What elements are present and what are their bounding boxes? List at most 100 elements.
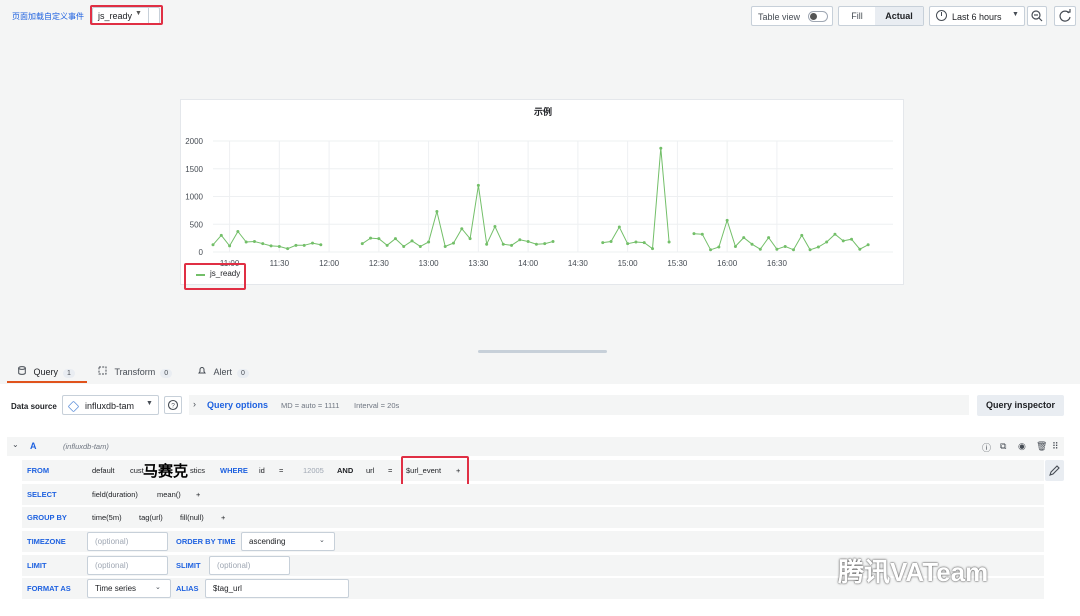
chevron-right-icon: › <box>193 399 196 409</box>
data-point <box>219 233 223 237</box>
tab-label: Query <box>33 367 59 377</box>
group-by-keyword: GROUP BY <box>27 513 67 522</box>
data-point <box>369 236 373 240</box>
retention-policy[interactable]: default <box>92 466 115 475</box>
data-point <box>733 244 737 248</box>
influxdb-icon <box>67 400 80 413</box>
drag-handle-icon[interactable]: ⠿ <box>1052 441 1059 452</box>
actual-button[interactable]: Actual <box>875 7 923 25</box>
query-name[interactable]: A <box>30 441 37 451</box>
help-icon[interactable]: ⓘ <box>982 441 991 454</box>
measurement[interactable]: cust <box>130 466 144 475</box>
line-chart: 050010001500200011:00 11:30 12:00 12:30 13:0… <box>185 137 893 268</box>
where-operator[interactable]: = <box>279 466 283 475</box>
refresh-icon <box>1059 9 1071 22</box>
toggle-switch[interactable] <box>808 11 828 22</box>
svg-text:?: ? <box>171 402 175 409</box>
y-tick-label: 0 <box>199 248 204 257</box>
data-point <box>659 146 663 150</box>
datasource-select[interactable]: influxdb-tam ▼ <box>62 395 159 415</box>
select-field[interactable]: field(duration) <box>92 490 138 499</box>
data-point <box>750 242 754 246</box>
format-select[interactable]: Time series ⌄ <box>87 579 171 598</box>
data-point <box>319 243 323 247</box>
where-operator[interactable]: = <box>388 466 392 475</box>
zoom-out-button[interactable] <box>1027 6 1047 26</box>
timezone-input[interactable]: (optional) <box>87 532 168 551</box>
tab-label: Alert <box>213 367 233 377</box>
select-keyword: SELECT <box>27 490 57 499</box>
data-point <box>402 244 406 248</box>
clock-icon <box>936 10 947 21</box>
limit-input[interactable]: (optional) <box>87 556 168 575</box>
data-point <box>501 242 505 246</box>
group-by-tag[interactable]: tag(url) <box>139 513 163 522</box>
chevron-down-icon: ⌄ <box>319 537 325 544</box>
query-row-header[interactable]: ⌄ A (influxdb-tam) ⓘ ⧉ ◉ 🗑 ⠿ <box>7 437 1064 456</box>
tab-alert[interactable]: Alert 0 <box>198 366 249 378</box>
group-by-time[interactable]: time(5m) <box>92 513 122 522</box>
select-function[interactable]: mean() <box>157 490 181 499</box>
data-point <box>518 238 522 242</box>
table-view-label: Table view <box>758 12 801 22</box>
add-group-by-button[interactable]: + <box>221 513 225 522</box>
data-point <box>476 183 480 187</box>
tab-transform[interactable]: Transform 0 <box>98 366 173 378</box>
bell-icon <box>198 367 206 374</box>
data-point <box>808 248 812 252</box>
where-tag-id[interactable]: id <box>259 466 265 475</box>
group-by-fill[interactable]: fill(null) <box>180 513 204 522</box>
table-view-toggle[interactable]: Table view <box>751 6 833 26</box>
data-point <box>418 244 422 248</box>
x-tick-label: 16:30 <box>767 259 788 268</box>
query-options[interactable]: › Query options MD = auto = 1111 Interva… <box>189 395 969 415</box>
tab-query[interactable]: Query 1 <box>18 366 75 378</box>
copy-icon[interactable]: ⧉ <box>1000 441 1006 452</box>
data-point <box>825 240 829 244</box>
slimit-input[interactable]: (optional) <box>209 556 290 575</box>
data-point <box>277 244 281 248</box>
x-tick-label: 12:30 <box>369 259 390 268</box>
data-point <box>294 243 298 247</box>
data-point <box>311 241 315 245</box>
panel-splitter[interactable] <box>478 350 607 353</box>
chevron-down-icon[interactable]: ⌄ <box>12 440 19 449</box>
help-button[interactable]: ? <box>164 396 182 414</box>
x-tick-label: 16:00 <box>717 259 738 268</box>
data-point <box>709 248 713 252</box>
data-point <box>850 237 854 241</box>
add-select-button[interactable]: + <box>196 490 200 499</box>
measurement-tail[interactable]: stics <box>190 466 205 475</box>
where-value-id[interactable]: 12005 <box>303 466 324 475</box>
database-icon <box>18 366 26 375</box>
and-keyword: AND <box>337 466 354 475</box>
highlight-box <box>184 263 246 290</box>
order-by-time-keyword: ORDER BY TIME <box>176 537 236 546</box>
data-point <box>385 243 389 247</box>
interval-info: Interval = 20s <box>354 401 400 410</box>
time-range-label: Last 6 hours <box>952 12 1002 22</box>
fill-button[interactable]: Fill <box>839 7 875 25</box>
data-point <box>866 243 870 247</box>
alias-input[interactable]: $tag_url <box>205 579 349 598</box>
order-select[interactable]: ascending ⌄ <box>241 532 335 551</box>
slimit-placeholder: (optional) <box>217 561 251 570</box>
data-point <box>286 247 290 251</box>
fill-actual-group: Fill Actual <box>838 6 924 26</box>
data-point <box>617 225 621 229</box>
trash-icon[interactable]: 🗑 <box>1036 441 1047 452</box>
data-point <box>443 244 447 248</box>
where-tag-url[interactable]: url <box>366 466 374 475</box>
data-point <box>228 244 232 248</box>
query-options-label: Query options <box>207 400 269 410</box>
pencil-icon <box>1049 465 1060 476</box>
query-inspector-button[interactable]: Query inspector <box>977 395 1064 416</box>
data-point <box>783 244 787 248</box>
editor-tabs: Query 1 Transform 0 Alert 0 <box>0 360 1080 384</box>
edit-raw-button[interactable] <box>1045 460 1064 481</box>
dashboard-link-title[interactable]: 页面加载自定义事件 <box>12 11 84 22</box>
eye-icon[interactable]: ◉ <box>1018 441 1026 452</box>
time-range-picker[interactable]: Last 6 hours ▼ <box>929 6 1025 26</box>
x-tick-label: 15:30 <box>667 259 688 268</box>
refresh-button[interactable] <box>1054 6 1076 26</box>
